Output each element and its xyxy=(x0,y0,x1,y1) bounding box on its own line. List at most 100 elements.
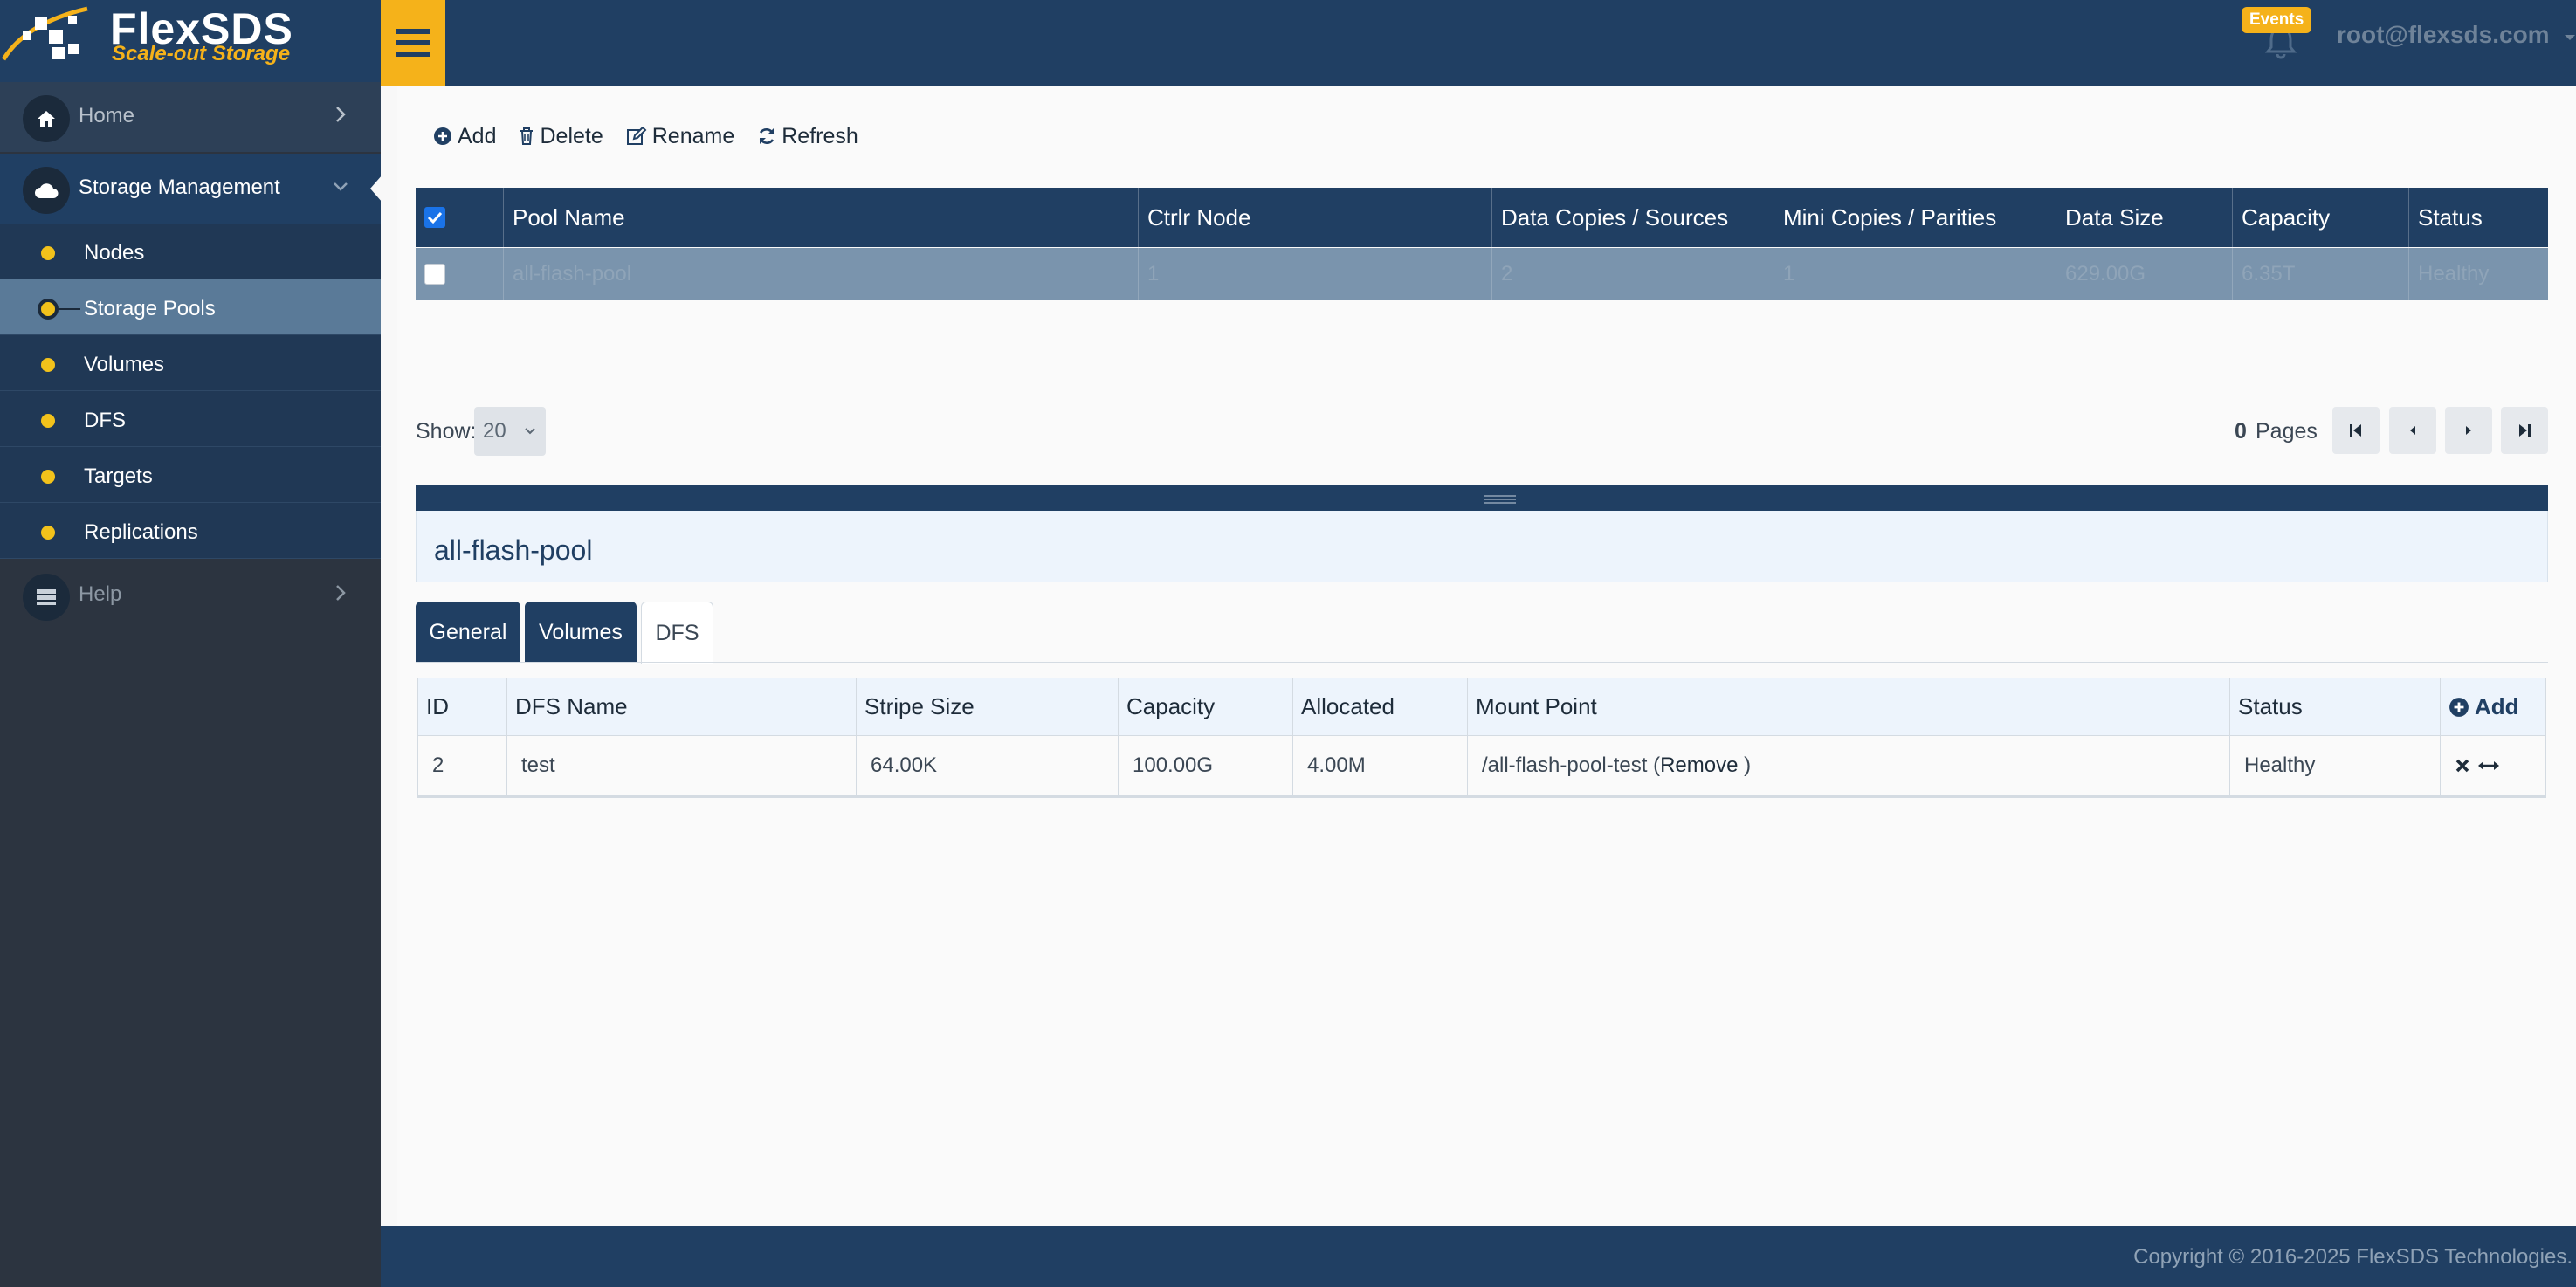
sidebar-item-label: Storage Pools xyxy=(84,297,216,320)
table-row[interactable]: all-flash-pool 1 2 1 629.00G 6.35T Healt… xyxy=(416,248,2548,300)
pool-toolbar: Add Delete Rename Refresh xyxy=(433,119,881,154)
select-all-checkbox[interactable] xyxy=(424,207,445,228)
sidebar-item-volumes[interactable]: Volumes xyxy=(0,335,381,391)
bullet-icon xyxy=(41,358,55,372)
add-label: Add xyxy=(458,123,497,148)
column-header-stripe-size: Stripe Size xyxy=(857,678,1119,735)
first-page-button[interactable] xyxy=(2332,407,2380,454)
pages-label: Pages xyxy=(2256,419,2318,444)
resize-horizontal-icon[interactable] xyxy=(2477,759,2500,773)
sidebar-item-label: Targets xyxy=(84,465,153,488)
refresh-button[interactable]: Refresh xyxy=(757,124,858,149)
column-header-status: Status xyxy=(2230,678,2441,735)
tab-volumes[interactable]: Volumes xyxy=(525,602,637,663)
cell-status: Healthy xyxy=(2230,736,2441,795)
dfs-table-header: ID DFS Name Stripe Size Capacity Allocat… xyxy=(418,678,2545,736)
flexsds-logo-icon xyxy=(1,6,88,61)
tab-dfs[interactable]: DFS xyxy=(641,602,713,664)
row-actions xyxy=(2441,736,2545,795)
rename-pool-button[interactable]: Rename xyxy=(626,123,735,149)
column-header-ctrlr-node[interactable]: Ctrlr Node xyxy=(1139,188,1492,247)
server-icon xyxy=(23,574,70,621)
cell-mount-point: /all-flash-pool-test ( Remove ) xyxy=(1468,736,2230,795)
cell-data-size: 629.00G xyxy=(2056,248,2233,300)
table-row: 2 test 64.00K 100.00G 4.00M /all-flash-p… xyxy=(418,736,2545,797)
cloud-icon xyxy=(23,167,70,214)
edit-icon xyxy=(626,127,647,145)
plus-circle-icon xyxy=(2449,697,2469,717)
sidebar-item-storage-management[interactable]: Storage Management xyxy=(0,154,382,224)
column-header-allocated: Allocated xyxy=(1293,678,1468,735)
panel-splitter[interactable] xyxy=(416,485,2548,511)
home-icon xyxy=(23,95,70,142)
bullet-icon xyxy=(41,470,55,484)
add-dfs-label: Add xyxy=(2475,693,2519,719)
bullet-icon xyxy=(41,246,55,260)
column-header-capacity[interactable]: Capacity xyxy=(2233,188,2409,247)
dfs-table: ID DFS Name Stripe Size Capacity Allocat… xyxy=(417,678,2546,798)
sidebar-item-nodes[interactable]: Nodes xyxy=(0,224,381,279)
chevron-down-icon xyxy=(334,182,348,191)
cell-status: Healthy xyxy=(2418,262,2490,286)
sidebar-item-label: Replications xyxy=(84,520,198,544)
column-header-data-size[interactable]: Data Size xyxy=(2056,188,2233,247)
column-header-data-copies[interactable]: Data Copies / Sources xyxy=(1492,188,1774,247)
sidebar-item-label: Storage Management xyxy=(79,176,280,199)
column-header-status[interactable]: Status xyxy=(2409,188,2548,247)
brand-logo[interactable]: FlexSDS Scale-out Storage xyxy=(0,0,381,86)
column-header-pool-name[interactable]: Pool Name xyxy=(504,188,1139,247)
drag-handle-icon[interactable] xyxy=(1483,493,1518,506)
row-checkbox-cell xyxy=(416,248,504,300)
cell-mini-copies: 1 xyxy=(1774,248,2056,300)
delete-x-icon[interactable] xyxy=(2455,758,2470,774)
page-size-select[interactable]: 20 xyxy=(474,407,546,456)
mount-point-path: /all-flash-pool-test xyxy=(1482,754,1648,777)
tab-general[interactable]: General xyxy=(416,602,520,663)
sidebar-item-home[interactable]: Home xyxy=(0,82,381,152)
cell-data-copies: 2 xyxy=(1492,248,1774,300)
bullet-icon xyxy=(38,299,59,320)
refresh-icon xyxy=(760,128,775,144)
cell-stripe-size: 64.00K xyxy=(857,736,1119,795)
page-size-label: Show: xyxy=(416,419,477,444)
sidebar-item-replications[interactable]: Replications xyxy=(0,503,381,559)
delete-pool-button[interactable]: Delete xyxy=(519,124,603,149)
select-all-checkbox-cell xyxy=(416,188,504,247)
brand-tagline: Scale-out Storage xyxy=(112,42,291,65)
column-header-mount-point: Mount Point xyxy=(1468,678,2230,735)
rename-label: Rename xyxy=(651,123,735,148)
copyright-text: Copyright © 2016-2025 FlexSDS Technologi… xyxy=(2133,1245,2573,1269)
next-page-button[interactable] xyxy=(2445,407,2492,454)
cell-id: 2 xyxy=(418,736,507,795)
tab-divider xyxy=(416,662,2548,663)
first-page-icon xyxy=(2350,424,2361,437)
last-page-button[interactable] xyxy=(2501,407,2548,454)
sidebar-item-help[interactable]: Help xyxy=(0,561,381,630)
sidebar-item-targets[interactable]: Targets xyxy=(0,447,381,503)
pools-table-header: Pool Name Ctrlr Node Data Copies / Sourc… xyxy=(416,188,2548,247)
caret-left-icon xyxy=(2410,426,2415,435)
active-indicator xyxy=(58,308,80,310)
sidebar-item-label: Help xyxy=(79,582,122,606)
cell-pool-name: all-flash-pool xyxy=(504,248,1139,300)
events-badge[interactable]: Events xyxy=(2242,7,2312,33)
cell-allocated: 4.00M xyxy=(1293,736,1468,795)
chevron-right-icon xyxy=(336,107,346,122)
chevron-down-icon xyxy=(525,428,535,435)
page-count: 0 xyxy=(2235,419,2247,444)
user-menu[interactable]: root@flexsds.com xyxy=(2337,21,2550,49)
caret-down-icon[interactable] xyxy=(2564,33,2576,42)
remove-mount-link[interactable]: Remove xyxy=(1660,754,1738,778)
row-checkbox[interactable] xyxy=(424,264,445,285)
add-dfs-button[interactable]: Add xyxy=(2441,678,2545,735)
chevron-right-icon xyxy=(336,585,346,601)
add-pool-button[interactable]: Add xyxy=(433,124,496,149)
checkmark-icon xyxy=(427,211,443,224)
column-header-mini-copies[interactable]: Mini Copies / Parities xyxy=(1774,188,2056,247)
last-page-icon xyxy=(2519,424,2531,437)
prev-page-button[interactable] xyxy=(2389,407,2436,454)
menu-toggle-button[interactable] xyxy=(381,0,445,86)
sidebar-item-dfs[interactable]: DFS xyxy=(0,391,381,447)
sidebar-item-storage-pools[interactable]: Storage Pools xyxy=(0,279,381,335)
detail-title: all-flash-pool xyxy=(434,534,593,566)
